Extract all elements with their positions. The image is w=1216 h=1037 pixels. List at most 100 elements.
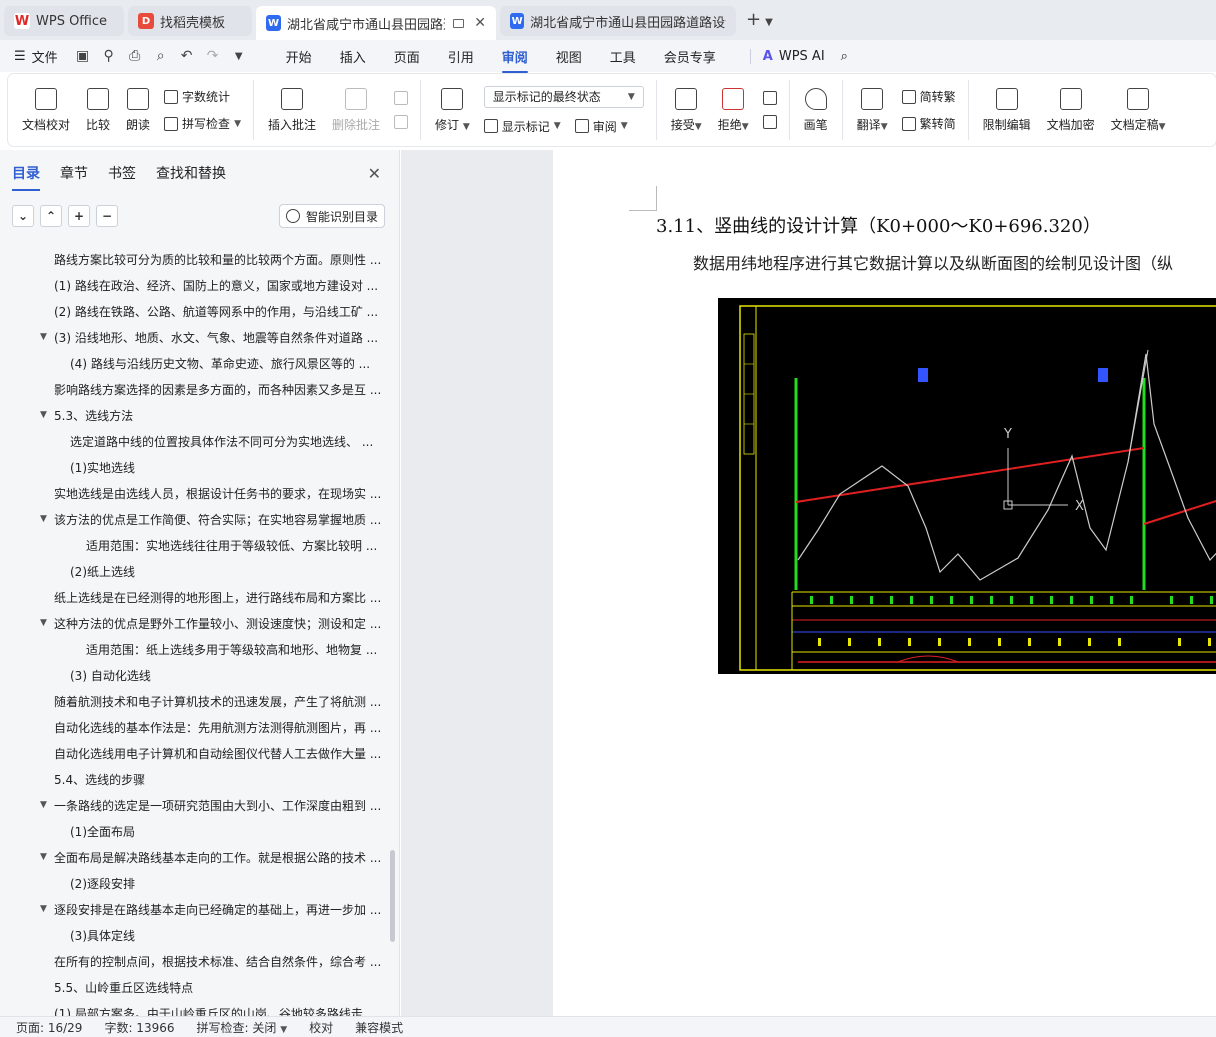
tab-document-active[interactable]: W 湖北省咸宁市通山县田园路道 ✕ [256,6,496,40]
save-icon[interactable]: ▣ [76,48,90,64]
toc-item[interactable]: 路线方案比较可分为质的比较和量的比较两个方面。原则性 ... [0,246,392,272]
nav-tab-sections[interactable]: 章节 [60,163,88,183]
encrypt-button[interactable]: 文档加密 [1041,82,1101,138]
prev-comment-button[interactable] [394,91,409,105]
toc-toggle-icon[interactable]: ▼ [40,852,47,862]
toc-item[interactable]: ▼ 5.3、选线方法 [0,402,392,428]
toc-item[interactable]: (2) 路线在铁路、公路、航道等网系中的作用，与沿线工矿 ... [0,298,392,324]
new-tab-icon[interactable]: + [746,9,761,30]
menu-page[interactable]: 页面 [394,47,420,66]
redo-icon[interactable]: ↷ [206,48,220,64]
search-icon[interactable]: ⌕ [841,49,848,64]
menu-review[interactable]: 审阅 [501,47,528,73]
body-paragraph[interactable]: 数据用纬地程序进行其它数据计算以及纵断面图的绘制见设计图（纵 [693,250,1173,274]
toc-item[interactable]: (4) 路线与沿线历史文物、革命史迹、旅行风景区等的 ... [0,350,392,376]
toc-item[interactable]: (2)纸上选线 [0,558,392,584]
toc-item[interactable]: (3) 自动化选线 [0,662,392,688]
link-icon[interactable]: ⚲ [102,48,116,64]
toc-item[interactable]: ▼ 这种方法的优点是野外工作量较小、测设速度快；测设和定 ... [0,610,392,636]
tab-docer-template[interactable]: D 找稻壳模板 [128,6,252,36]
print-preview-icon[interactable]: ⌕ [154,48,168,64]
toc-item[interactable]: (2)逐段安排 [0,870,392,896]
read-aloud-button[interactable]: 朗读 [120,82,156,138]
pen-button[interactable]: 画笔 [798,82,834,138]
toc-scrollbar[interactable] [390,850,395,942]
tab-document-2[interactable]: W 湖北省咸宁市通山县田园路道路设计（ [500,6,736,36]
spell-check-button[interactable]: 拼写检查 ▼ [164,115,241,132]
restrict-edit-button[interactable]: 限制编辑 [977,82,1037,138]
toc-item[interactable]: (1)实地选线 [0,454,392,480]
toc-toggle-icon[interactable]: ▼ [40,410,47,420]
toc-item[interactable]: 适用范围：纸上选线多用于等级较高和地形、地物复 ... [0,636,392,662]
menu-view[interactable]: 视图 [556,47,582,66]
toc-item[interactable]: ▼ 一条路线的选定是一项研究范围由大到小、工作深度由粗到 ... [0,792,392,818]
toc-item[interactable]: (1)全面布局 [0,818,392,844]
section-heading[interactable]: 3.11、竖曲线的设计计算（K0+000～K0+696.320） [656,212,1101,238]
word-count-indicator[interactable]: 字数: 13966 [104,1019,174,1036]
add-level-icon[interactable]: + [68,205,90,227]
smart-toc-button[interactable]: 智能识别目录 [278,204,385,228]
close-icon[interactable]: ✕ [368,164,381,183]
to-simplified-button[interactable]: 繁转简 [901,115,956,132]
toc-item[interactable]: 影响路线方案选择的因素是多方面的，而各种因素又多是互 ... [0,376,392,402]
toc-item[interactable]: ▼ 全面布局是解决路线基本走向的工作。就是根据公路的技术 ... [0,844,392,870]
finalize-button[interactable]: 文档定稿▼ [1105,82,1172,138]
print-icon[interactable]: ⎙ [128,48,142,64]
to-traditional-button[interactable]: 简转繁 [901,88,956,105]
compare-button[interactable]: 比较 [80,82,116,138]
next-change-button[interactable] [762,115,777,129]
toc-toggle-icon[interactable]: ▼ [40,904,47,914]
show-markup-button[interactable]: 显示标记 ▼ [483,118,561,135]
word-count-button[interactable]: 字数统计 [164,88,241,105]
revise-button[interactable]: 修订 ▼ [429,82,476,138]
toc-toggle-icon[interactable]: ▼ [40,800,47,810]
toc-toggle-icon[interactable]: ▼ [40,332,47,342]
delete-comment-button[interactable]: 删除批注 [326,82,386,138]
toc-item[interactable]: 自动化选线的基本作法是：先用航测方法测得航测图片，再 ... [0,714,392,740]
menu-references[interactable]: 引用 [448,47,474,66]
toc-item[interactable]: 5.4、选线的步骤 [0,766,392,792]
toc-item[interactable]: ▼ 该方法的优点是工作简便、符合实际；在实地容易掌握地质 ... [0,506,392,532]
nav-tab-find-replace[interactable]: 查找和替换 [156,163,226,183]
markup-state-select[interactable]: 显示标记的最终状态 ▼ [483,85,644,108]
chevron-down-icon[interactable]: ▼ [232,51,246,62]
cad-profile-drawing[interactable]: Y X [718,298,1216,674]
prev-change-button[interactable] [762,91,777,105]
nav-tab-bookmarks[interactable]: 书签 [108,163,136,183]
document-area[interactable]: 3.11、竖曲线的设计计算（K0+000～K0+696.320） 数据用纬地程序… [401,150,1216,1016]
expand-down-icon[interactable]: ⌄ [12,205,34,227]
toc-toggle-icon[interactable]: ▼ [40,618,47,628]
toc-item[interactable]: 在所有的控制点间，根据技术标准、结合自然条件，综合考 ... [0,948,392,974]
accept-button[interactable]: 接受▼ [665,82,708,138]
toc-item[interactable]: 实地选线是由选线人员，根据设计任务书的要求，在现场实 ... [0,480,392,506]
toc-item[interactable]: ▼ (3) 沿线地形、地质、水文、气象、地震等自然条件对道路 ... [0,324,392,350]
nav-tab-toc[interactable]: 目录 [12,163,40,191]
toc-item[interactable]: 随着航测技术和电子计算机技术的迅速发展，产生了将航测 ... [0,688,392,714]
review-pane-button[interactable]: 审阅 ▼ [574,118,628,135]
undo-icon[interactable]: ↶ [180,48,194,64]
wps-ai-button[interactable]: A WPS AI ⌕ [749,48,848,64]
remove-level-icon[interactable]: − [96,205,118,227]
toc-item[interactable]: (3)具体定线 [0,922,392,948]
next-comment-button[interactable] [394,115,409,129]
proof-status[interactable]: 校对 [309,1019,333,1036]
insert-comment-button[interactable]: 插入批注 [262,82,322,138]
toc-item[interactable]: 适用范围：实地选线往往用于等级较低、方案比较明 ... [0,532,392,558]
spell-check-status[interactable]: 拼写检查: 关闭 ▼ [197,1019,288,1036]
toc-toggle-icon[interactable]: ▼ [40,514,47,524]
toc-item[interactable]: ▼ 逐段安排是在路线基本走向已经确定的基础上，再进一步加 ... [0,896,392,922]
tab-wps-office[interactable]: W WPS Office [4,6,124,36]
close-icon[interactable]: ✕ [474,15,486,31]
document-page[interactable]: 3.11、竖曲线的设计计算（K0+000～K0+696.320） 数据用纬地程序… [553,150,1216,1016]
translate-button[interactable]: 翻译▼ [851,82,894,138]
collapse-up-icon[interactable]: ⌃ [40,205,62,227]
chevron-down-icon[interactable]: ▼ [765,17,773,28]
toc-item[interactable]: 纸上选线是在已经测得的地形图上，进行路线布局和方案比 ... [0,584,392,610]
page-indicator[interactable]: 页面: 16/29 [16,1019,82,1036]
menu-member[interactable]: 会员专享 [664,47,716,66]
toc-item[interactable]: (1) 路线在政治、经济、国防上的意义，国家或地方建设对 ... [0,272,392,298]
reject-button[interactable]: 拒绝▼ [712,82,755,138]
doc-proof-button[interactable]: 文档校对 [16,82,76,138]
toc-item[interactable]: 选定道路中线的位置按具体作法不同可分为实地选线、 ... [0,428,392,454]
menu-insert[interactable]: 插入 [340,47,366,66]
